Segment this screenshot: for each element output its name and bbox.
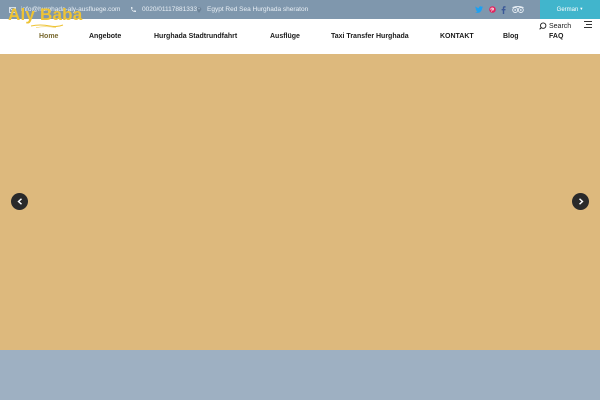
top-bar: info@hurghada-aly-ausfluege.com 0020/011… — [0, 0, 600, 19]
slider-next-button[interactable] — [572, 193, 589, 210]
nav-item-blog[interactable]: Blog — [503, 19, 519, 54]
search-icon — [539, 22, 547, 30]
nav-item-taxi-transfer[interactable]: Taxi Transfer Hurghada — [331, 19, 409, 54]
slider-prev-button[interactable] — [11, 193, 28, 210]
tripadvisor-link[interactable] — [512, 0, 526, 19]
hamburger-menu-button[interactable] — [584, 21, 592, 30]
menu-line-icon — [584, 27, 592, 28]
phone-text: 0020/01117881333 — [142, 6, 198, 13]
chevron-right-icon — [578, 198, 584, 205]
nav-item-kontakt[interactable]: KONTAKT — [440, 19, 474, 54]
phone-contact[interactable]: 0020/01117881333 — [130, 0, 197, 19]
facebook-icon — [501, 5, 506, 14]
map-pin-icon — [195, 6, 202, 13]
chevron-down-icon: ▼ — [579, 6, 584, 11]
pinterest-link[interactable] — [489, 0, 499, 19]
hero-slider — [0, 54, 600, 350]
search-button[interactable]: Search — [539, 19, 571, 33]
twitter-icon — [475, 6, 483, 13]
facebook-link[interactable] — [501, 0, 511, 19]
nav-item-home[interactable]: Home — [39, 19, 58, 54]
menu-line-icon — [586, 24, 592, 25]
content-area — [0, 350, 600, 400]
pinterest-icon — [489, 6, 496, 13]
nav-item-stadtrundfahrt[interactable]: Hurghada Stadtrundfahrt — [154, 19, 237, 54]
twitter-link[interactable] — [475, 0, 485, 19]
nav-item-ausfluege[interactable]: Ausflüge — [270, 19, 300, 54]
nav-item-angebote[interactable]: Angebote — [89, 19, 121, 54]
language-selector[interactable]: German ▼ — [540, 0, 600, 19]
language-label: German — [556, 6, 579, 13]
search-label: Search — [549, 22, 572, 30]
chevron-left-icon — [16, 198, 22, 205]
menu-line-icon — [584, 21, 592, 22]
phone-icon — [130, 6, 137, 13]
tripadvisor-icon — [512, 6, 524, 13]
location-info: Egypt Red Sea Hurghada sheraton — [195, 0, 308, 19]
location-text: Egypt Red Sea Hurghada sheraton — [207, 6, 309, 13]
